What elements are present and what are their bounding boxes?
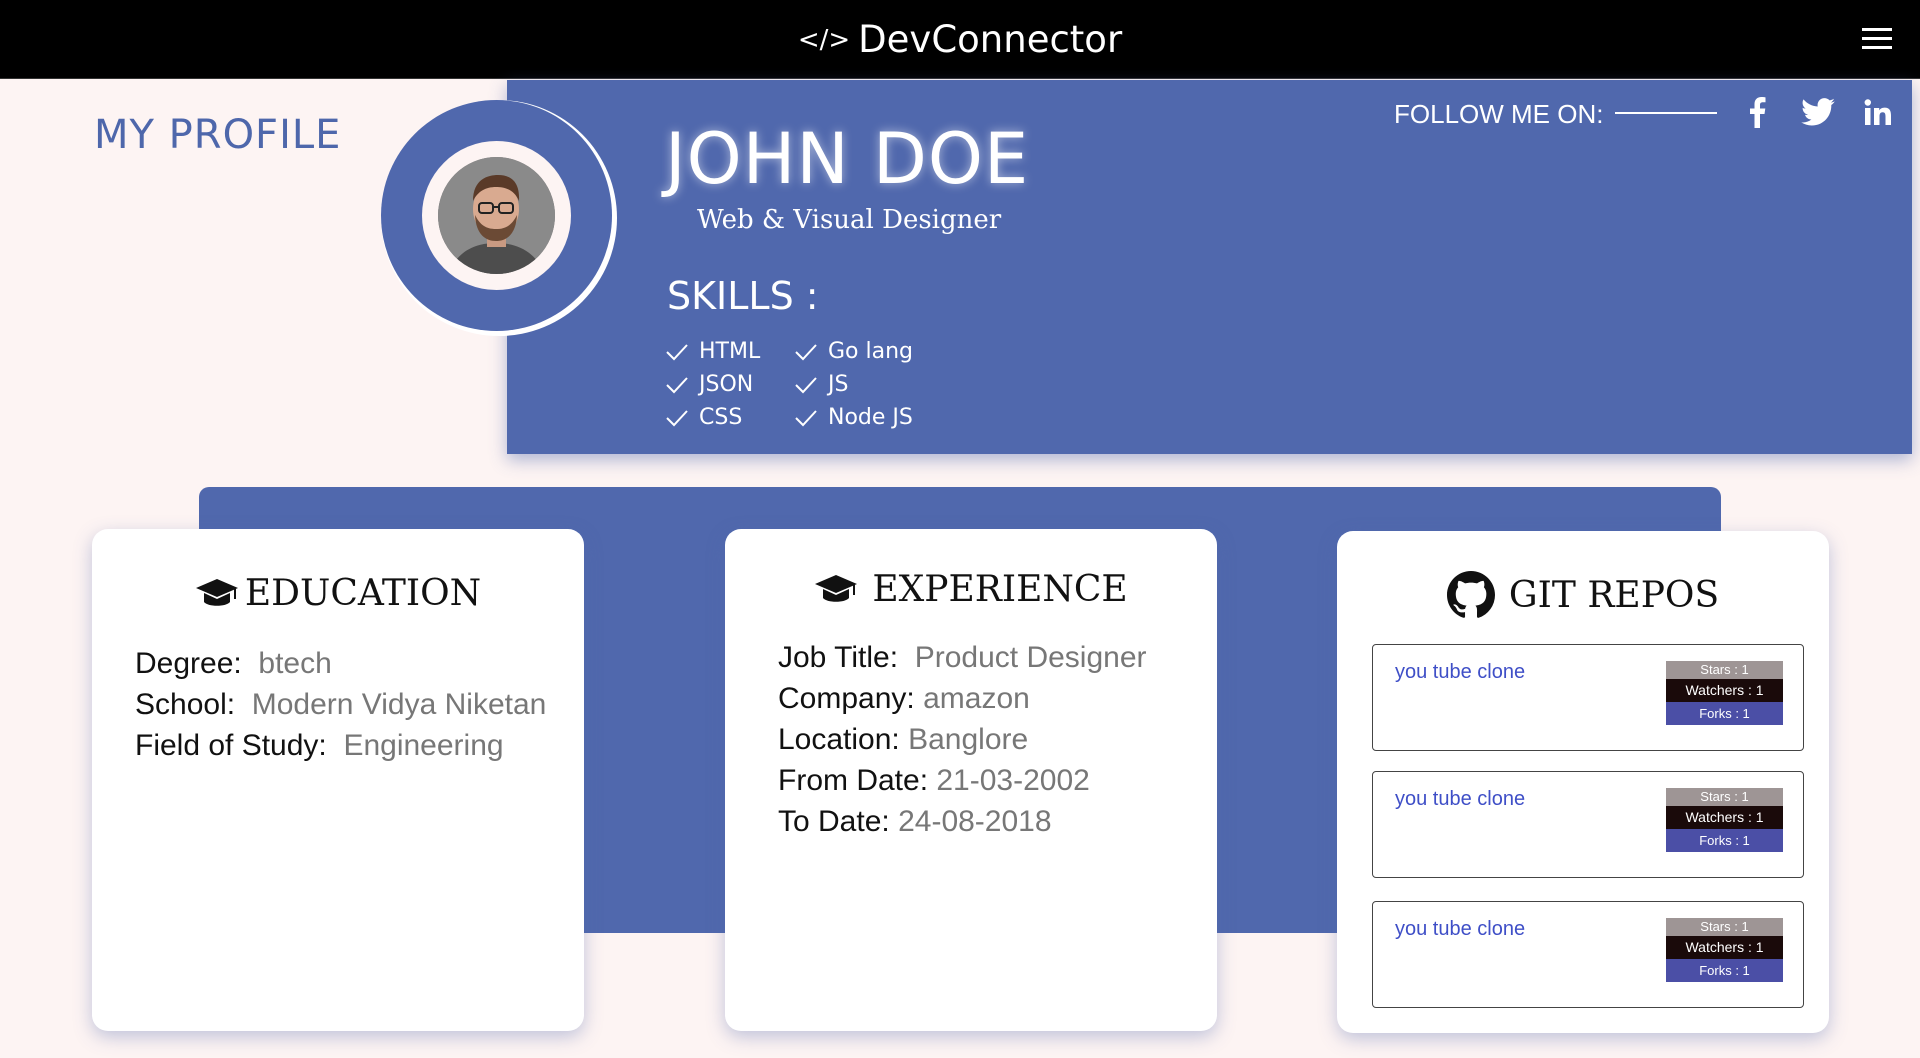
repo-link[interactable]: you tube clone bbox=[1395, 918, 1525, 941]
stars-badge: Stars : 1 bbox=[1666, 788, 1783, 806]
check-icon bbox=[795, 409, 817, 426]
check-icon bbox=[666, 376, 688, 393]
brand-logo[interactable]: </> DevConnector bbox=[0, 0, 1920, 79]
watchers-badge: Watchers : 1 bbox=[1666, 679, 1783, 702]
check-icon bbox=[795, 376, 817, 393]
facebook-icon[interactable] bbox=[1745, 96, 1769, 128]
repo-item[interactable]: you tube clone Stars : 1 Watchers : 1 Fo… bbox=[1372, 901, 1804, 1008]
linkedin-icon[interactable] bbox=[1862, 96, 1894, 128]
git-repos-title: GIT REPOS bbox=[1337, 571, 1829, 619]
page-title: MY PROFILE bbox=[94, 112, 342, 158]
education-degree: Degree: btech bbox=[135, 647, 332, 680]
repo-stats: Stars : 1 Watchers : 1 Forks : 1 bbox=[1666, 661, 1783, 725]
forks-badge: Forks : 1 bbox=[1666, 702, 1783, 725]
navbar: </> DevConnector bbox=[0, 0, 1920, 79]
brand-name: DevConnector bbox=[858, 18, 1123, 61]
education-school: School: Modern Vidya Niketan bbox=[135, 688, 547, 721]
experience-from-date: From Date: 21-03-2002 bbox=[778, 764, 1090, 797]
twitter-icon[interactable] bbox=[1800, 96, 1836, 128]
skill-item: HTML bbox=[665, 339, 760, 364]
check-icon bbox=[666, 409, 688, 426]
profile-name: JOHN DOE bbox=[665, 118, 1030, 200]
skill-item: Node JS bbox=[794, 405, 913, 430]
experience-location: Location: Banglore bbox=[778, 723, 1029, 756]
check-icon bbox=[666, 343, 688, 360]
hamburger-menu-icon[interactable] bbox=[1862, 28, 1892, 50]
stars-badge: Stars : 1 bbox=[1666, 918, 1783, 936]
skill-item: CSS bbox=[665, 405, 742, 430]
experience-card: EXPERIENCE Job Title: Product Designer C… bbox=[725, 529, 1217, 1031]
profile-role: Web & Visual Designer bbox=[697, 205, 1002, 235]
experience-title: EXPERIENCE bbox=[725, 569, 1217, 610]
skill-item: Go lang bbox=[794, 339, 913, 364]
watchers-badge: Watchers : 1 bbox=[1666, 806, 1783, 829]
education-card: EDUCATION Degree: btech School: Modern V… bbox=[92, 529, 584, 1031]
graduation-cap-icon bbox=[815, 574, 858, 602]
graduation-cap-icon bbox=[195, 578, 238, 606]
education-title: EDUCATION bbox=[92, 573, 584, 614]
skill-item: JSON bbox=[665, 372, 753, 397]
forks-badge: Forks : 1 bbox=[1666, 959, 1783, 982]
follow-label: FOLLOW ME ON: bbox=[1394, 99, 1604, 129]
forks-badge: Forks : 1 bbox=[1666, 829, 1783, 852]
skills-title: SKILLS : bbox=[667, 274, 819, 318]
divider bbox=[1615, 112, 1717, 114]
experience-job-title: Job Title: Product Designer bbox=[778, 641, 1147, 674]
experience-company: Company: amazon bbox=[778, 682, 1030, 715]
repo-stats: Stars : 1 Watchers : 1 Forks : 1 bbox=[1666, 788, 1783, 852]
avatar-frame bbox=[381, 100, 617, 336]
github-icon bbox=[1446, 571, 1495, 618]
repo-stats: Stars : 1 Watchers : 1 Forks : 1 bbox=[1666, 918, 1783, 982]
avatar bbox=[438, 157, 555, 274]
code-brackets-icon: </> bbox=[797, 24, 851, 55]
stars-badge: Stars : 1 bbox=[1666, 661, 1783, 679]
education-field: Field of Study: Engineering bbox=[135, 729, 504, 762]
skill-item: JS bbox=[794, 372, 848, 397]
repo-link[interactable]: you tube clone bbox=[1395, 788, 1525, 811]
repo-link[interactable]: you tube clone bbox=[1395, 661, 1525, 684]
repo-item[interactable]: you tube clone Stars : 1 Watchers : 1 Fo… bbox=[1372, 771, 1804, 878]
repo-item[interactable]: you tube clone Stars : 1 Watchers : 1 Fo… bbox=[1372, 644, 1804, 751]
check-icon bbox=[795, 343, 817, 360]
experience-to-date: To Date: 24-08-2018 bbox=[778, 805, 1052, 838]
watchers-badge: Watchers : 1 bbox=[1666, 936, 1783, 959]
git-repos-card: GIT REPOS you tube clone Stars : 1 Watch… bbox=[1337, 531, 1829, 1033]
